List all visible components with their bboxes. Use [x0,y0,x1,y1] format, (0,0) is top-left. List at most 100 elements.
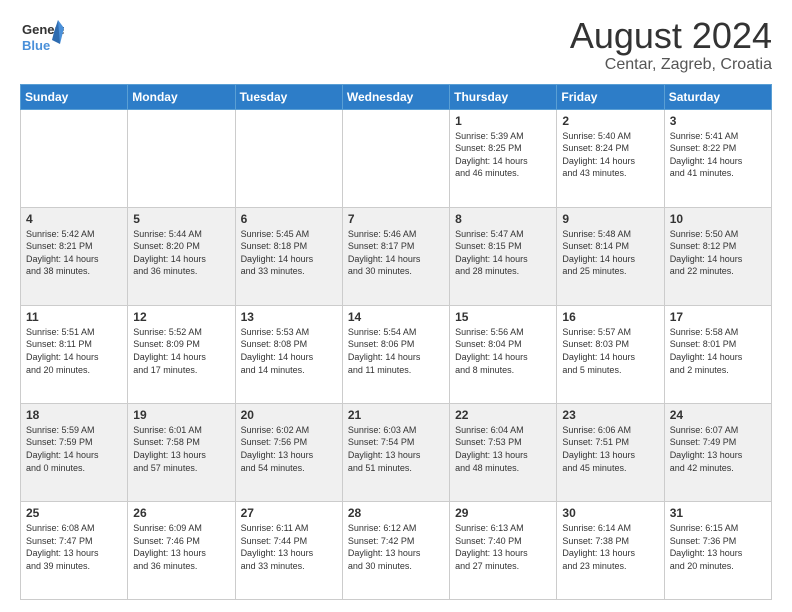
day-number: 6 [241,212,337,226]
day-number: 10 [670,212,766,226]
day-number: 2 [562,114,658,128]
day-number: 21 [348,408,444,422]
table-row: 23 Sunrise: 6:06 AMSunset: 7:51 PMDayligh… [557,403,664,501]
cell-info: Sunrise: 6:02 AMSunset: 7:56 PMDaylight:… [241,424,337,474]
day-number: 30 [562,506,658,520]
table-row: 14 Sunrise: 5:54 AMSunset: 8:06 PMDayligh… [342,305,449,403]
day-number: 23 [562,408,658,422]
cell-info: Sunrise: 6:09 AMSunset: 7:46 PMDaylight:… [133,522,229,572]
day-number: 22 [455,408,551,422]
col-saturday: Saturday [664,84,771,109]
table-row: 13Sunrise: 5:53 AMSunset: 8:08 PMDayligh… [235,305,342,403]
cell-info: Sunrise: 5:58 AMSunset: 8:01 PMDaylight:… [670,326,766,376]
table-row: 5 Sunrise: 5:44 AMSunset: 8:20 PMDaylight… [128,207,235,305]
table-row: 24 Sunrise: 6:07 AMSunset: 7:49 PMDayligh… [664,403,771,501]
day-number: 27 [241,506,337,520]
calendar-table: Sunday Monday Tuesday Wednesday Thursday… [20,84,772,600]
title-month: August 2024 [570,16,772,56]
day-number: 3 [670,114,766,128]
svg-text:Blue: Blue [22,38,50,53]
cell-info: Sunrise: 5:41 AMSunset: 8:22 PMDaylight:… [670,130,766,180]
logo: General Blue [20,16,64,60]
table-row: 30 Sunrise: 6:14 AMSunset: 7:38 PMDayligh… [557,501,664,599]
calendar-row: 11Sunrise: 5:51 AMSunset: 8:11 PMDayligh… [21,305,772,403]
day-number: 24 [670,408,766,422]
cell-info: Sunrise: 5:40 AMSunset: 8:24 PMDaylight:… [562,130,658,180]
calendar-row: 18 Sunrise: 5:59 AMSunset: 7:59 PMDayligh… [21,403,772,501]
col-sunday: Sunday [21,84,128,109]
day-number: 17 [670,310,766,324]
day-number: 15 [455,310,551,324]
cell-info: Sunrise: 6:15 AMSunset: 7:36 PMDaylight:… [670,522,766,572]
calendar-row: 4 Sunrise: 5:42 AMSunset: 8:21 PMDaylight… [21,207,772,305]
table-row: 17 Sunrise: 5:58 AMSunset: 8:01 PMDayligh… [664,305,771,403]
cell-info: Sunrise: 5:39 AMSunset: 8:25 PMDaylight:… [455,130,551,180]
cell-info: Sunrise: 5:44 AMSunset: 8:20 PMDaylight:… [133,228,229,278]
calendar-header-row: Sunday Monday Tuesday Wednesday Thursday… [21,84,772,109]
cell-info: Sunrise: 6:03 AMSunset: 7:54 PMDaylight:… [348,424,444,474]
day-number: 26 [133,506,229,520]
day-number: 5 [133,212,229,226]
day-number: 16 [562,310,658,324]
table-row: 12Sunrise: 5:52 AMSunset: 8:09 PMDayligh… [128,305,235,403]
cell-info: Sunrise: 6:14 AMSunset: 7:38 PMDaylight:… [562,522,658,572]
table-row [235,109,342,207]
day-number: 4 [26,212,122,226]
col-tuesday: Tuesday [235,84,342,109]
logo-icon: General Blue [20,16,64,60]
table-row: 9 Sunrise: 5:48 AMSunset: 8:14 PMDaylight… [557,207,664,305]
cell-info: Sunrise: 5:51 AMSunset: 8:11 PMDaylight:… [26,326,122,376]
col-thursday: Thursday [450,84,557,109]
table-row: 7 Sunrise: 5:46 AMSunset: 8:17 PMDaylight… [342,207,449,305]
title-location: Centar, Zagreb, Croatia [570,56,772,74]
table-row: 1Sunrise: 5:39 AMSunset: 8:25 PMDaylight… [450,109,557,207]
cell-info: Sunrise: 5:54 AMSunset: 8:06 PMDaylight:… [348,326,444,376]
col-friday: Friday [557,84,664,109]
cell-info: Sunrise: 6:06 AMSunset: 7:51 PMDaylight:… [562,424,658,474]
col-monday: Monday [128,84,235,109]
cell-info: Sunrise: 6:11 AMSunset: 7:44 PMDaylight:… [241,522,337,572]
day-number: 14 [348,310,444,324]
table-row: 29 Sunrise: 6:13 AMSunset: 7:40 PMDayligh… [450,501,557,599]
table-row: 19Sunrise: 6:01 AMSunset: 7:58 PMDayligh… [128,403,235,501]
table-row: 31Sunrise: 6:15 AMSunset: 7:36 PMDayligh… [664,501,771,599]
cell-info: Sunrise: 5:53 AMSunset: 8:08 PMDaylight:… [241,326,337,376]
cell-info: Sunrise: 5:59 AMSunset: 7:59 PMDaylight:… [26,424,122,474]
day-number: 20 [241,408,337,422]
cell-info: Sunrise: 6:04 AMSunset: 7:53 PMDaylight:… [455,424,551,474]
day-number: 18 [26,408,122,422]
cell-info: Sunrise: 6:13 AMSunset: 7:40 PMDaylight:… [455,522,551,572]
day-number: 8 [455,212,551,226]
table-row: 20 Sunrise: 6:02 AMSunset: 7:56 PMDayligh… [235,403,342,501]
table-row: 21 Sunrise: 6:03 AMSunset: 7:54 PMDayligh… [342,403,449,501]
cell-info: Sunrise: 5:56 AMSunset: 8:04 PMDaylight:… [455,326,551,376]
day-number: 9 [562,212,658,226]
table-row: 2 Sunrise: 5:40 AMSunset: 8:24 PMDaylight… [557,109,664,207]
table-row: 28Sunrise: 6:12 AMSunset: 7:42 PMDayligh… [342,501,449,599]
table-row: 6 Sunrise: 5:45 AMSunset: 8:18 PMDaylight… [235,207,342,305]
cell-info: Sunrise: 6:08 AMSunset: 7:47 PMDaylight:… [26,522,122,572]
cell-info: Sunrise: 5:46 AMSunset: 8:17 PMDaylight:… [348,228,444,278]
day-number: 7 [348,212,444,226]
table-row: 10Sunrise: 5:50 AMSunset: 8:12 PMDayligh… [664,207,771,305]
day-number: 19 [133,408,229,422]
table-row [21,109,128,207]
table-row: 27 Sunrise: 6:11 AMSunset: 7:44 PMDayligh… [235,501,342,599]
cell-info: Sunrise: 5:48 AMSunset: 8:14 PMDaylight:… [562,228,658,278]
col-wednesday: Wednesday [342,84,449,109]
table-row: 16 Sunrise: 5:57 AMSunset: 8:03 PMDayligh… [557,305,664,403]
table-row: 18 Sunrise: 5:59 AMSunset: 7:59 PMDayligh… [21,403,128,501]
table-row: 11Sunrise: 5:51 AMSunset: 8:11 PMDayligh… [21,305,128,403]
calendar-row: 25Sunrise: 6:08 AMSunset: 7:47 PMDayligh… [21,501,772,599]
day-number: 29 [455,506,551,520]
cell-info: Sunrise: 5:45 AMSunset: 8:18 PMDaylight:… [241,228,337,278]
cell-info: Sunrise: 6:07 AMSunset: 7:49 PMDaylight:… [670,424,766,474]
table-row: 8 Sunrise: 5:47 AMSunset: 8:15 PMDaylight… [450,207,557,305]
table-row: 22 Sunrise: 6:04 AMSunset: 7:53 PMDayligh… [450,403,557,501]
cell-info: Sunrise: 5:57 AMSunset: 8:03 PMDaylight:… [562,326,658,376]
cell-info: Sunrise: 5:42 AMSunset: 8:21 PMDaylight:… [26,228,122,278]
table-row: 26 Sunrise: 6:09 AMSunset: 7:46 PMDayligh… [128,501,235,599]
cell-info: Sunrise: 6:12 AMSunset: 7:42 PMDaylight:… [348,522,444,572]
cell-info: Sunrise: 5:52 AMSunset: 8:09 PMDaylight:… [133,326,229,376]
cell-info: Sunrise: 5:47 AMSunset: 8:15 PMDaylight:… [455,228,551,278]
